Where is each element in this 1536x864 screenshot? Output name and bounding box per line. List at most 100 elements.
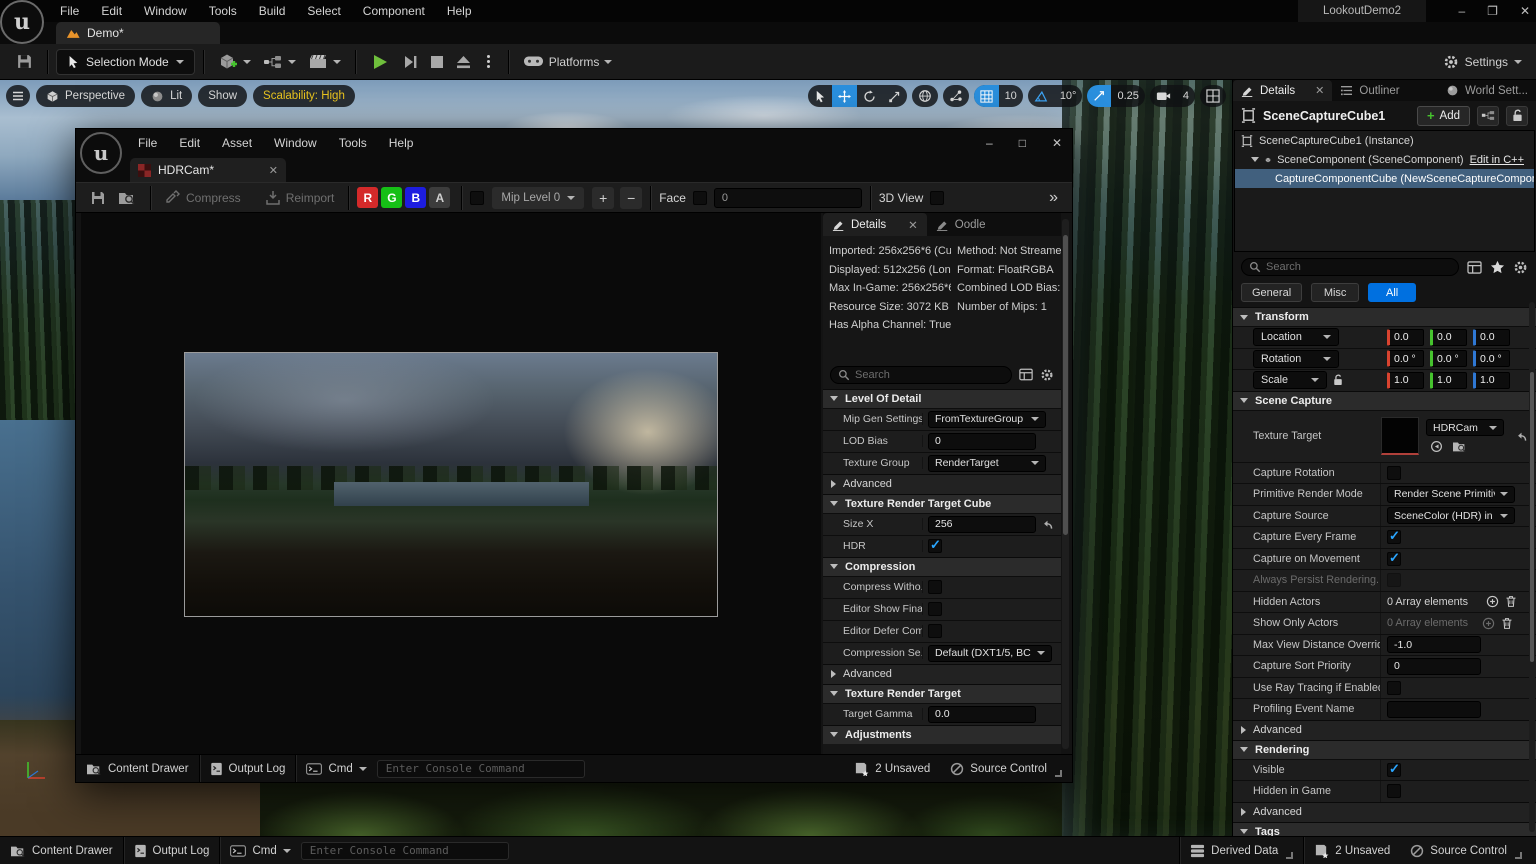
compress-button[interactable]: Compress [159, 185, 247, 211]
texed-menu-tools[interactable]: Tools [329, 133, 377, 153]
menu-edit[interactable]: Edit [91, 1, 132, 21]
texed-browse-button[interactable] [112, 185, 142, 211]
details-tab-close-icon[interactable]: ✕ [908, 218, 918, 232]
platforms-dropdown[interactable]: Platforms [517, 50, 619, 74]
editor-show-final-checkbox[interactable] [928, 602, 942, 616]
tab-details[interactable]: Details ✕ [1233, 80, 1332, 101]
camera-speed-button[interactable] [1150, 85, 1177, 107]
skip-button[interactable] [396, 49, 424, 75]
use-ray-tracing-checkbox[interactable] [1387, 681, 1401, 695]
filter-general[interactable]: General [1241, 283, 1302, 302]
lit-dropdown[interactable]: Lit [141, 85, 192, 107]
texed-unsaved-button[interactable]: 2 Unsaved [844, 755, 940, 782]
section-compression[interactable]: Compression [823, 557, 1061, 576]
favorites-star-icon[interactable] [1490, 260, 1505, 274]
scale-snap-value[interactable]: 0.25 [1111, 85, 1144, 107]
display-options-icon[interactable] [1019, 368, 1033, 381]
menu-file[interactable]: File [50, 1, 89, 21]
unreal-logo-icon[interactable]: u [0, 0, 44, 44]
details-search-input[interactable] [1266, 261, 1451, 273]
scale-y-input[interactable] [1430, 372, 1467, 389]
restore-button[interactable]: ❐ [1487, 4, 1498, 18]
scene-capture-advanced-expander[interactable]: Advanced [1233, 720, 1536, 740]
menu-select[interactable]: Select [297, 1, 350, 21]
channel-b-button[interactable]: B [405, 187, 426, 208]
grid-snap-toggle[interactable] [974, 85, 999, 107]
section-adjustments[interactable]: Adjustments [823, 725, 1061, 744]
texture-group-dropdown[interactable]: RenderTarget [928, 455, 1046, 472]
rotation-y-input[interactable] [1430, 350, 1467, 367]
angle-snap-value[interactable]: 10° [1054, 85, 1083, 107]
location-dropdown[interactable]: Location [1253, 328, 1339, 346]
minimize-button[interactable]: – [1458, 4, 1465, 18]
filter-misc[interactable]: Misc [1311, 283, 1359, 302]
stop-button[interactable] [424, 50, 450, 74]
display-options-icon[interactable] [1467, 261, 1482, 274]
texed-content-drawer-button[interactable]: Content Drawer [76, 755, 199, 782]
texed-oodle-tab[interactable]: Oodle [927, 213, 995, 236]
menu-build[interactable]: Build [249, 1, 296, 21]
section-transform[interactable]: Transform [1233, 307, 1536, 326]
channel-r-button[interactable]: R [357, 187, 378, 208]
gear-icon[interactable] [1040, 368, 1054, 382]
filter-all[interactable]: All [1368, 283, 1416, 302]
texed-details-scrollbar[interactable] [1062, 219, 1069, 749]
select-tool-button[interactable] [808, 85, 832, 107]
settings-dropdown[interactable]: Settings [1443, 54, 1522, 70]
cmd-dropdown[interactable]: Cmd [220, 837, 300, 864]
capture-every-frame-checkbox[interactable] [1387, 530, 1401, 544]
mip-level-dropdown[interactable]: Mip Level 0 [492, 187, 584, 209]
lod-bias-input[interactable] [928, 433, 1036, 450]
details-search[interactable] [1241, 258, 1459, 276]
mip-gen-settings-dropdown[interactable]: FromTextureGroup [928, 411, 1046, 428]
edit-blueprint-button[interactable] [1477, 106, 1499, 126]
menu-window[interactable]: Window [134, 1, 197, 21]
mip-plus-button[interactable]: + [592, 187, 614, 209]
capture-source-dropdown[interactable]: SceneColor (HDR) in R( [1387, 507, 1515, 524]
scale-z-input[interactable] [1473, 372, 1510, 389]
surface-snap-button[interactable] [943, 85, 969, 107]
size-x-input[interactable] [928, 516, 1036, 533]
location-z-input[interactable] [1473, 329, 1510, 346]
texed-details-search[interactable] [830, 366, 1012, 384]
texed-menu-help[interactable]: Help [379, 133, 424, 153]
texed-tab-hdrcam[interactable]: HDRCam* ✕ [130, 158, 286, 182]
mip-checkbox[interactable] [470, 191, 484, 205]
scale-x-input[interactable] [1387, 372, 1424, 389]
compression-advanced-expander[interactable]: Advanced [823, 664, 1061, 684]
show-dropdown[interactable]: Show [198, 85, 247, 107]
texed-details-tab[interactable]: Details ✕ [823, 213, 927, 236]
texed-cmd-dropdown[interactable]: Cmd [296, 755, 376, 782]
rotation-dropdown[interactable]: Rotation [1253, 350, 1339, 368]
camera-speed-value[interactable]: 4 [1177, 85, 1195, 107]
blueprints-button[interactable] [257, 49, 302, 75]
texture-target-dropdown[interactable]: HDRCam [1426, 419, 1504, 436]
viewport-layout-button[interactable] [1200, 85, 1226, 107]
texed-tab-close-icon[interactable]: ✕ [269, 164, 278, 177]
trash-icon[interactable] [1505, 595, 1517, 608]
details-scrollbar[interactable] [1529, 302, 1535, 832]
channel-a-button[interactable]: A [429, 187, 450, 208]
tab-close-icon[interactable]: ✕ [1315, 84, 1324, 97]
scale-lock-icon[interactable] [1333, 374, 1343, 386]
compress-without-checkbox[interactable] [928, 580, 942, 594]
save-button[interactable] [10, 48, 39, 75]
scale-snap-toggle[interactable] [1087, 85, 1111, 107]
section-tags[interactable]: Tags [1233, 822, 1536, 837]
profiling-event-name-input[interactable] [1387, 701, 1481, 718]
perspective-dropdown[interactable]: Perspective [36, 85, 135, 107]
location-x-input[interactable] [1387, 329, 1424, 346]
menu-component[interactable]: Component [353, 1, 435, 21]
texed-menu-asset[interactable]: Asset [212, 133, 262, 153]
rotation-z-input[interactable] [1473, 350, 1510, 367]
capture-rotation-checkbox[interactable] [1387, 466, 1401, 480]
texed-search-input[interactable] [855, 369, 1004, 381]
move-tool-button[interactable] [832, 85, 857, 107]
lock-button[interactable] [1506, 106, 1528, 126]
level-tab-demo[interactable]: Demo* [56, 22, 220, 44]
tree-row-actor-instance[interactable]: SceneCaptureCube1 (Instance) [1235, 131, 1534, 150]
viewport-options-button[interactable] [6, 85, 30, 107]
rotate-tool-button[interactable] [857, 85, 882, 107]
browse-to-asset-icon[interactable] [1452, 440, 1467, 453]
trash-icon[interactable] [1501, 617, 1513, 630]
